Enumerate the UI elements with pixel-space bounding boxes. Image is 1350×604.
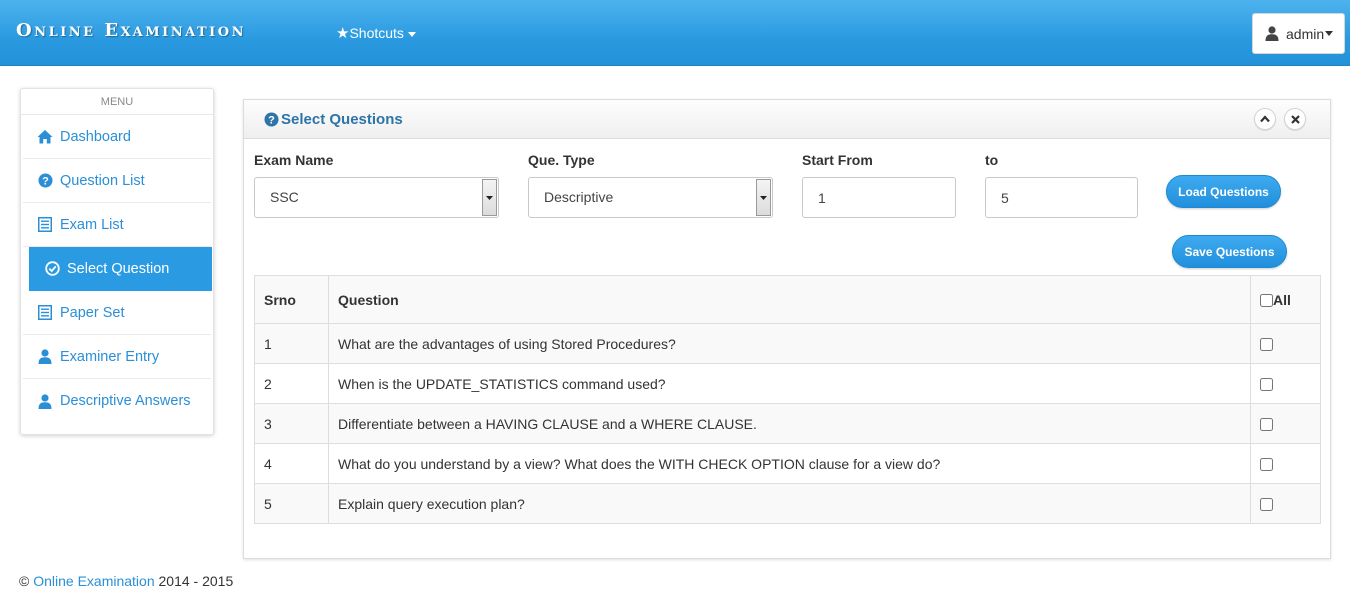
user-name: admin (1286, 25, 1325, 42)
start-from-label: Start From (802, 152, 873, 168)
question-circle-icon: ? (37, 173, 53, 189)
sidebar-item-examiner-entry[interactable]: Examiner Entry (23, 335, 211, 379)
que-type-label: Que. Type (528, 152, 595, 168)
sidebar-item-dashboard[interactable]: Dashboard (23, 115, 211, 159)
panel-title-text: Select Questions (281, 110, 403, 128)
sidebar-item-label: Dashboard (60, 128, 131, 145)
question-cell: What do you understand by a view? What d… (328, 443, 1251, 484)
footer-link[interactable]: Online Examination (33, 573, 154, 589)
checkbox-cell (1250, 483, 1321, 524)
to-label: to (985, 152, 999, 168)
question-circle-icon: ? (264, 112, 279, 126)
sidebar-item-select-question[interactable]: Select Question (29, 247, 212, 291)
table-row: 1 What are the advantages of using Store… (254, 323, 1321, 364)
checkbox-cell (1250, 403, 1321, 444)
svg-text:?: ? (268, 114, 275, 126)
srno-cell: 4 (254, 443, 329, 484)
user-menu-button[interactable]: admin (1252, 13, 1345, 54)
exam-name-value: SSC (270, 189, 299, 205)
exam-name-label: Exam Name (254, 152, 334, 168)
panel-tools (1246, 108, 1306, 130)
que-type-value: Descriptive (544, 189, 614, 205)
select-all-label: All (1273, 291, 1291, 308)
dropdown-arrow-icon (756, 179, 771, 216)
sidebar-item-label: Examiner Entry (60, 348, 160, 365)
sidebar-item-question-list[interactable]: ? Question List (23, 159, 211, 203)
top-navbar: Online Examination ★Shotcuts admin (0, 0, 1350, 66)
star-icon: ★ (336, 25, 350, 42)
home-icon (37, 129, 53, 145)
question-checkbox[interactable] (1260, 498, 1273, 512)
table-row: 4 What do you understand by a view? What… (254, 443, 1321, 484)
select-all-checkbox[interactable] (1260, 294, 1273, 308)
save-questions-button[interactable]: Save Questions (1172, 235, 1287, 268)
footer-years: 2014 - 2015 (158, 573, 234, 589)
chevron-up-icon (1260, 115, 1270, 123)
panel-title: ? Select Questions (264, 111, 403, 128)
checkbox-cell (1250, 443, 1321, 484)
table-row: 5 Explain query execution plan? (254, 483, 1321, 524)
user-icon (37, 349, 53, 365)
que-type-select[interactable]: Descriptive (528, 177, 773, 218)
table-row: 2 When is the UPDATE_STATISTICS command … (254, 363, 1321, 404)
collapse-button[interactable] (1254, 108, 1276, 130)
srno-header: Srno (254, 275, 329, 324)
user-icon (1265, 26, 1279, 41)
srno-cell: 1 (254, 323, 329, 364)
sidebar-item-label: Exam List (60, 216, 124, 233)
close-button[interactable] (1284, 108, 1306, 130)
brand-logo[interactable]: Online Examination (16, 20, 246, 41)
caret-down-icon (407, 31, 416, 37)
sidebar-item-label: Select Question (67, 260, 170, 277)
question-cell: When is the UPDATE_STATISTICS command us… (328, 363, 1251, 404)
question-checkbox[interactable] (1260, 418, 1273, 432)
close-icon (1290, 114, 1300, 124)
start-from-input[interactable] (802, 177, 956, 218)
sidebar-item-label: Descriptive Answers (60, 393, 191, 409)
sidebar-item-label: Question List (60, 172, 145, 189)
panel-header: ? Select Questions (244, 100, 1330, 139)
srno-cell: 2 (254, 363, 329, 404)
question-checkbox[interactable] (1260, 338, 1273, 352)
list-icon (37, 217, 53, 233)
select-all-header: All (1250, 275, 1321, 324)
check-circle-icon (44, 261, 60, 277)
to-input[interactable] (985, 177, 1138, 218)
user-icon (37, 393, 53, 409)
sidebar-item-descriptive-answers[interactable]: Descriptive Answers (23, 379, 211, 423)
shortcuts-dropdown[interactable]: ★Shotcuts (336, 24, 416, 42)
questions-table: Srno Question All 1 What are the advanta… (254, 275, 1321, 524)
list-icon (37, 305, 53, 321)
question-header: Question (328, 275, 1251, 324)
srno-cell: 5 (254, 483, 329, 524)
question-checkbox[interactable] (1260, 378, 1273, 392)
question-cell: What are the advantages of using Stored … (328, 323, 1251, 364)
checkbox-cell (1250, 363, 1321, 404)
select-questions-panel: ? Select Questions Exam Name SSC Que. Ty… (243, 99, 1331, 559)
checkbox-cell (1250, 323, 1321, 364)
exam-name-select[interactable]: SSC (254, 177, 499, 218)
sidebar-item-label: Paper Set (60, 304, 125, 321)
sidebar-menu: MENU Dashboard ? Question List Exam List… (20, 88, 214, 435)
question-cell: Explain query execution plan? (328, 483, 1251, 524)
table-header-row: Srno Question All (254, 275, 1321, 324)
dropdown-arrow-icon (482, 179, 497, 216)
copyright-symbol: © (19, 573, 30, 589)
shortcuts-label: Shotcuts (349, 25, 404, 41)
sidebar-item-exam-list[interactable]: Exam List (23, 203, 211, 247)
menu-title: MENU (21, 89, 213, 115)
question-checkbox[interactable] (1260, 458, 1273, 472)
load-questions-button[interactable]: Load Questions (1166, 175, 1281, 208)
srno-cell: 3 (254, 403, 329, 444)
svg-text:?: ? (42, 176, 49, 188)
question-cell: Differentiate between a HAVING CLAUSE an… (328, 403, 1251, 444)
footer: © Online Examination 2014 - 2015 (19, 573, 233, 589)
sidebar-item-paper-set[interactable]: Paper Set (23, 291, 211, 335)
caret-down-icon (1325, 31, 1334, 36)
table-row: 3 Differentiate between a HAVING CLAUSE … (254, 403, 1321, 444)
